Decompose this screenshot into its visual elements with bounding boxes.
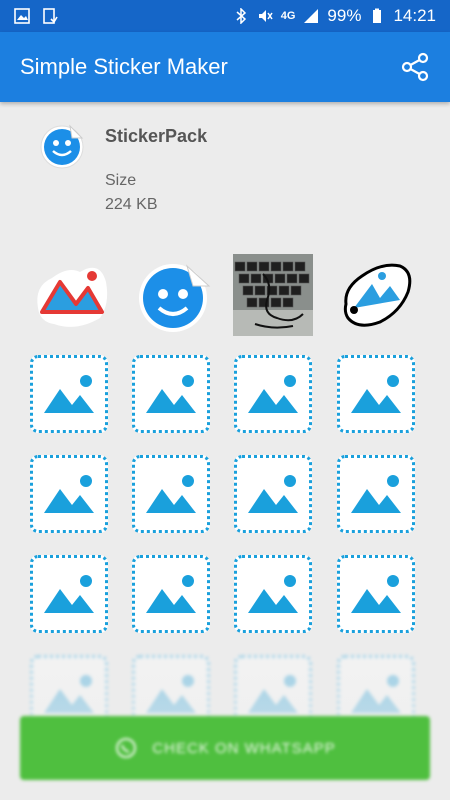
- share-icon[interactable]: [400, 52, 430, 82]
- add-to-whatsapp-button[interactable]: CHECK ON WHATSAPP: [20, 716, 430, 780]
- add-to-whatsapp-label: CHECK ON WHATSAPP: [152, 739, 336, 757]
- empty-sticker-slot[interactable]: [132, 355, 210, 433]
- gallery-notification-icon: [14, 8, 30, 24]
- app-bar: Simple Sticker Maker: [0, 32, 450, 102]
- image-placeholder-icon: [351, 475, 401, 513]
- image-placeholder-icon: [248, 375, 298, 413]
- image-placeholder-icon: [44, 475, 94, 513]
- image-placeholder-icon: [146, 375, 196, 413]
- empty-sticker-slot[interactable]: [30, 555, 108, 633]
- battery-icon: [373, 8, 382, 23]
- empty-sticker-slot[interactable]: [132, 555, 210, 633]
- sticker-smiley-blue[interactable]: [135, 256, 215, 336]
- sticker-drawn-blob[interactable]: [338, 258, 418, 338]
- image-placeholder-icon: [146, 475, 196, 513]
- image-placeholder-icon: [44, 575, 94, 613]
- empty-sticker-slot[interactable]: [234, 455, 312, 533]
- empty-sticker-slot[interactable]: [234, 555, 312, 633]
- image-placeholder-icon: [248, 575, 298, 613]
- size-value: 224 KB: [105, 196, 158, 213]
- bluetooth-icon: [236, 8, 246, 24]
- empty-sticker-slot[interactable]: [30, 355, 108, 433]
- empty-sticker-slot[interactable]: [30, 455, 108, 533]
- whatsapp-icon: [116, 738, 137, 758]
- image-placeholder-icon: [44, 375, 94, 413]
- image-placeholder-icon: [248, 475, 298, 513]
- download-notification-icon: [43, 8, 58, 24]
- image-placeholder-icon: [351, 375, 401, 413]
- empty-sticker-slot[interactable]: [337, 555, 415, 633]
- app-title: Simple Sticker Maker: [20, 54, 228, 79]
- empty-sticker-slot[interactable]: [337, 455, 415, 533]
- sticker-mountain-red[interactable]: [30, 256, 110, 336]
- sticker-keyboard-photo[interactable]: [233, 254, 313, 336]
- battery-percent: 99%: [327, 6, 362, 25]
- image-placeholder-icon: [146, 575, 196, 613]
- empty-sticker-slot[interactable]: [234, 355, 312, 433]
- empty-sticker-slot[interactable]: [337, 355, 415, 433]
- status-bar: 4G 99% 14:21: [0, 0, 450, 32]
- mute-icon: [258, 10, 273, 22]
- image-placeholder-icon: [351, 575, 401, 613]
- size-label: Size: [105, 172, 137, 189]
- clock: 14:21: [393, 6, 436, 25]
- signal-icon: [304, 9, 319, 23]
- pack-info: StickerPack Size 224 KB: [0, 102, 450, 242]
- pack-name: StickerPack: [105, 126, 208, 146]
- pack-tray-icon: [40, 124, 84, 169]
- network-type: 4G: [280, 10, 296, 22]
- empty-sticker-slot[interactable]: [132, 455, 210, 533]
